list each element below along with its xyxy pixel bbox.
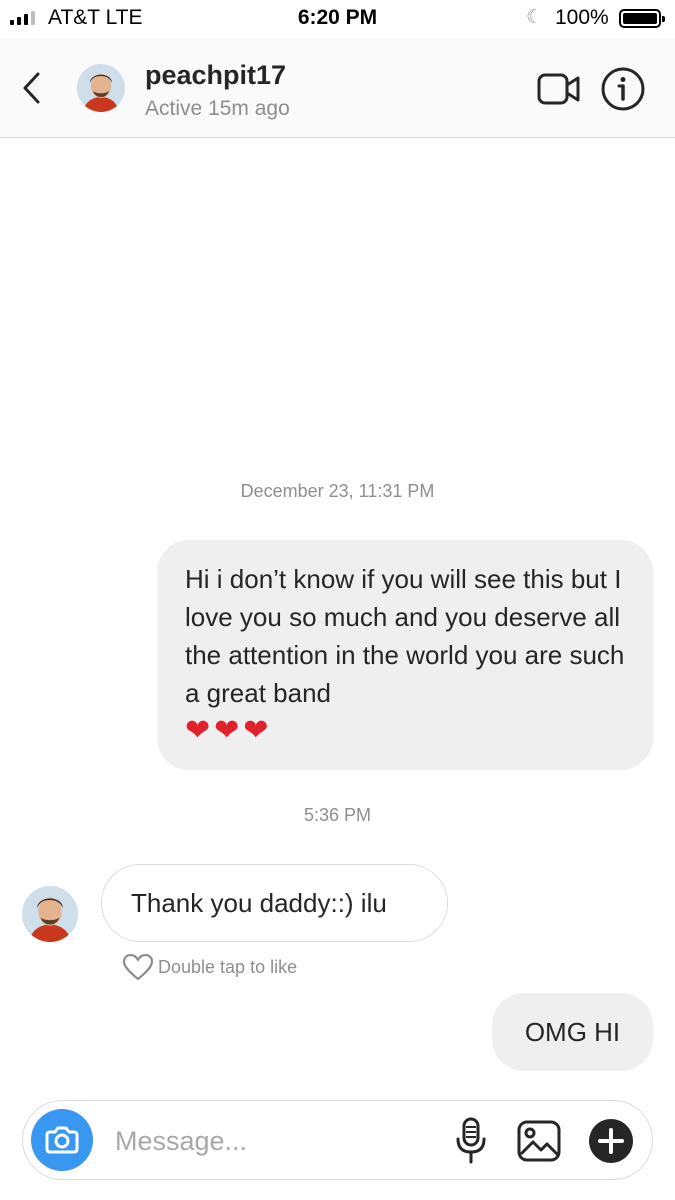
username[interactable]: peachpit17 xyxy=(145,60,286,91)
status-bar: AT&T LTE 6:20 PM ☾ 100% xyxy=(0,0,675,38)
timestamp: 5:36 PM xyxy=(303,805,372,825)
heart-outline-icon xyxy=(122,953,154,981)
double-tap-like[interactable]: Double tap to like xyxy=(122,952,297,982)
battery-percentage: 100% xyxy=(555,6,609,29)
info-icon xyxy=(601,67,645,111)
back-chevron-icon xyxy=(23,72,40,104)
sender-avatar[interactable] xyxy=(22,886,78,942)
message-text: Hi i don’t know if you will see this but… xyxy=(185,564,625,708)
back-button[interactable] xyxy=(16,68,48,108)
video-call-icon xyxy=(537,73,580,105)
active-status: Active 15m ago xyxy=(145,97,290,120)
like-hint: Double tap to like xyxy=(158,956,298,977)
camera-button[interactable] xyxy=(31,1109,93,1171)
info-button[interactable] xyxy=(600,66,646,112)
microphone-button[interactable] xyxy=(451,1115,491,1167)
more-options-button[interactable] xyxy=(587,1117,635,1165)
video-call-button[interactable] xyxy=(536,69,582,109)
message-text: OMG HI xyxy=(524,1017,621,1047)
gallery-button[interactable] xyxy=(515,1117,563,1165)
timestamp: December 23, 11:31 PM xyxy=(240,481,435,501)
message-composer xyxy=(22,1100,653,1180)
chat-header: peachpit17 Active 15m ago xyxy=(0,38,675,138)
plus-icon xyxy=(589,1119,633,1163)
avatar[interactable] xyxy=(77,64,125,112)
microphone-icon xyxy=(456,1117,486,1164)
heart-emojis: ❤❤❤ xyxy=(185,714,273,747)
message-input[interactable] xyxy=(115,1121,445,1161)
outgoing-message[interactable]: OMG HI xyxy=(492,993,653,1071)
message-text: Thank you daddy::) ilu xyxy=(131,888,387,918)
gallery-icon xyxy=(517,1120,561,1162)
moon-icon: ☾ xyxy=(526,7,544,28)
battery-icon xyxy=(619,9,665,28)
camera-icon xyxy=(45,1126,79,1154)
incoming-message[interactable]: Thank you daddy::) ilu xyxy=(101,864,448,942)
outgoing-message[interactable]: Hi i don’t know if you will see this but… xyxy=(157,540,653,770)
